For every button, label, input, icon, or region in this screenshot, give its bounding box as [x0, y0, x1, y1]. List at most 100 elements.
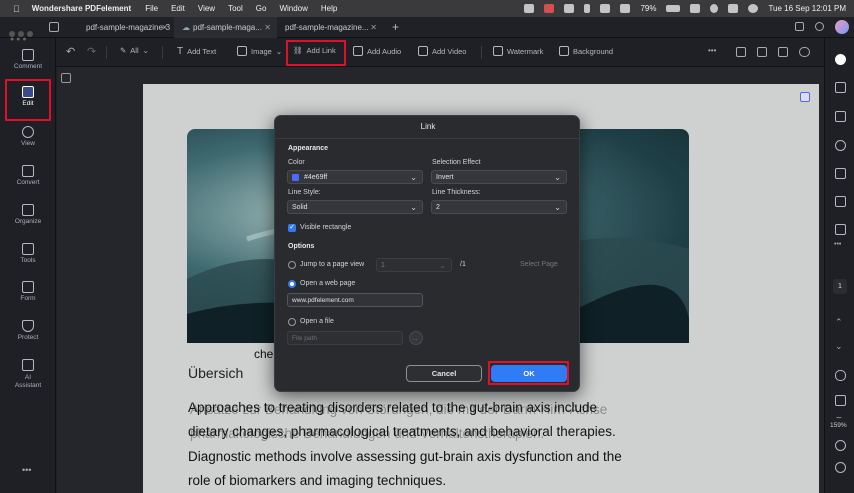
- scroll-up-icon[interactable]: ⌃: [835, 317, 843, 328]
- traffic-lights[interactable]: [9, 24, 39, 37]
- open-file-radio[interactable]: [288, 318, 296, 326]
- audio-icon: [353, 46, 363, 56]
- zoom-in-icon[interactable]: [835, 440, 846, 451]
- sidebar-item-protect[interactable]: Protect: [0, 320, 56, 341]
- page-number[interactable]: 1: [833, 279, 847, 294]
- zoom-fit-icon[interactable]: [835, 462, 846, 473]
- page-side-icon[interactable]: [800, 92, 810, 102]
- undo-icon[interactable]: ↶: [66, 45, 75, 58]
- tab-document-3[interactable]: pdf-sample-magazine... ✕: [277, 17, 383, 38]
- bookmark-icon[interactable]: [835, 224, 846, 235]
- add-text-button[interactable]: T Add Text: [177, 46, 216, 57]
- cloud-icon: ☁: [182, 23, 190, 32]
- sidebar-item-comment[interactable]: Comment: [0, 49, 56, 70]
- sidebar-item-convert[interactable]: Convert: [0, 165, 56, 186]
- comment-icon[interactable]: [835, 111, 846, 122]
- share-icon[interactable]: [778, 47, 788, 57]
- menu-file[interactable]: File: [145, 4, 158, 13]
- tab-document-1[interactable]: pdf-sample-magazine-3 ✕: [68, 17, 174, 38]
- save-icon[interactable]: [736, 47, 746, 57]
- visible-rectangle-checkbox[interactable]: ✓: [288, 224, 296, 232]
- line-style-select[interactable]: Solid ⌄: [287, 200, 423, 214]
- menu-go[interactable]: Go: [256, 4, 267, 13]
- upload-cloud-icon[interactable]: [799, 47, 810, 57]
- more-icon[interactable]: •••: [22, 465, 31, 475]
- close-icon[interactable]: ✕: [264, 23, 271, 32]
- input-source-icon[interactable]: [620, 4, 631, 13]
- battery-icon[interactable]: [666, 5, 681, 12]
- hand-icon[interactable]: [835, 370, 846, 381]
- background-button[interactable]: Background: [559, 46, 613, 56]
- menu-tool[interactable]: Tool: [228, 4, 243, 13]
- line-thickness-select[interactable]: 2 ⌄: [431, 200, 567, 214]
- add-audio-button[interactable]: Add Audio: [353, 46, 401, 56]
- siri-icon[interactable]: [748, 4, 759, 13]
- select-page-button[interactable]: Select Page: [520, 261, 558, 268]
- status-icon[interactable]: [564, 4, 575, 13]
- sidebar-item-organize[interactable]: Organize: [0, 204, 56, 225]
- select-all-dropdown[interactable]: ✎ All ⌄: [120, 46, 149, 55]
- scroll-down-icon[interactable]: ⌄: [835, 341, 843, 352]
- image-button[interactable]: Image ⌄: [237, 46, 282, 56]
- properties-icon[interactable]: [835, 82, 846, 93]
- attachment-icon[interactable]: [835, 196, 846, 207]
- selection-effect-select[interactable]: Invert ⌄: [431, 170, 567, 184]
- tab-document-2[interactable]: ☁ pdf-sample-maga... ✕: [174, 17, 277, 38]
- download-icon[interactable]: [795, 22, 804, 31]
- browse-file-button[interactable]: ...: [409, 331, 423, 345]
- color-label: Color: [288, 159, 305, 166]
- image-icon: [237, 46, 247, 56]
- ai-chat-icon[interactable]: [835, 54, 846, 65]
- url-input[interactable]: www.pdfelement.com: [287, 293, 423, 307]
- menu-view[interactable]: View: [198, 4, 215, 13]
- file-path-input[interactable]: File path: [287, 331, 403, 345]
- sidebar-item-view[interactable]: View: [0, 126, 56, 147]
- panel-toggle-icon[interactable]: [61, 73, 71, 83]
- new-tab-button[interactable]: +: [392, 20, 399, 34]
- visible-rectangle-label[interactable]: Visible rectangle: [300, 224, 351, 231]
- menu-window[interactable]: Window: [279, 4, 307, 13]
- sidebar-item-tools[interactable]: Tools: [0, 243, 56, 264]
- close-icon[interactable]: ✕: [370, 23, 377, 32]
- add-video-button[interactable]: Add Video: [418, 46, 466, 56]
- avatar[interactable]: [835, 20, 849, 34]
- status-icon[interactable]: [524, 4, 535, 13]
- web-page-radio[interactable]: [288, 280, 296, 288]
- jump-page-select[interactable]: 1 ⌄: [376, 258, 452, 272]
- fit-page-icon[interactable]: [835, 395, 846, 406]
- print-icon[interactable]: [757, 47, 767, 57]
- sidebar-item-ai-assistant[interactable]: AI Assistant: [0, 359, 56, 390]
- menu-app-name[interactable]: Wondershare PDFelement: [32, 4, 131, 13]
- close-icon[interactable]: ✕: [161, 23, 168, 32]
- clock[interactable]: Tue 16 Sep 12:01 PM: [768, 4, 846, 13]
- apple-icon[interactable]: : [13, 4, 20, 14]
- web-page-label[interactable]: Open a web page: [300, 280, 355, 287]
- status-icon[interactable]: [544, 4, 555, 13]
- notification-icon[interactable]: [815, 22, 824, 31]
- home-icon[interactable]: [49, 22, 59, 32]
- color-select[interactable]: #4e69ff ⌄: [287, 170, 423, 184]
- search-icon[interactable]: [835, 140, 846, 151]
- thumbnails-icon[interactable]: [835, 168, 846, 179]
- open-file-label[interactable]: Open a file: [300, 318, 334, 325]
- page-text-fragment: che: [254, 347, 274, 361]
- control-center-icon[interactable]: [728, 4, 739, 13]
- menu-edit[interactable]: Edit: [171, 4, 185, 13]
- jump-page-radio[interactable]: [288, 261, 296, 269]
- wifi-icon[interactable]: [690, 4, 701, 13]
- sidebar-item-form[interactable]: Form: [0, 281, 56, 302]
- zoom-level[interactable]: 159%: [830, 422, 847, 429]
- cancel-button[interactable]: Cancel: [406, 365, 482, 382]
- watermark-button[interactable]: Watermark: [493, 46, 543, 56]
- redo-icon[interactable]: ↷: [87, 45, 96, 58]
- window-controls[interactable]: ● ● ●: [10, 36, 27, 43]
- chevron-down-icon: ⌄: [554, 173, 561, 182]
- status-icon[interactable]: [600, 4, 611, 13]
- more-icon[interactable]: •••: [708, 46, 716, 55]
- search-icon[interactable]: [710, 4, 719, 13]
- line-style-label: Line Style:: [288, 189, 321, 196]
- menu-help[interactable]: Help: [321, 4, 337, 13]
- bluetooth-icon[interactable]: [584, 4, 591, 13]
- more-icon[interactable]: •••: [834, 241, 841, 248]
- jump-page-label[interactable]: Jump to a page view: [300, 261, 364, 268]
